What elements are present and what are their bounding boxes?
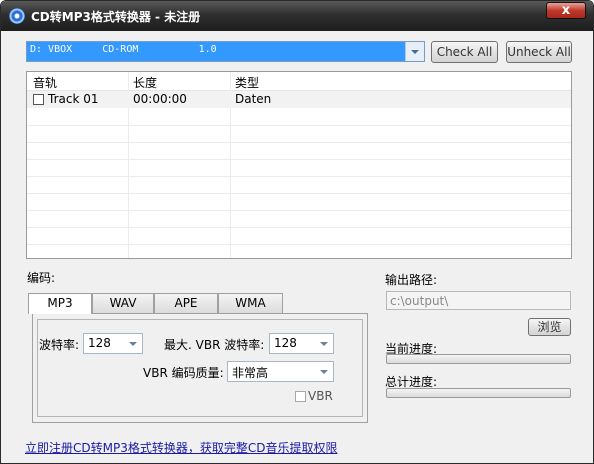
max-vbr-value: 128 xyxy=(274,336,297,350)
chevron-down-icon[interactable] xyxy=(315,334,333,353)
bitrate-select[interactable]: 128 xyxy=(83,333,143,354)
check-all-button[interactable]: Check All xyxy=(431,41,498,63)
tab-wma[interactable]: WMA xyxy=(218,293,283,313)
row-divider xyxy=(27,193,571,194)
browse-button[interactable]: 浏览 xyxy=(528,318,571,336)
table-row[interactable]: Track 01 00:00:00 Daten xyxy=(27,91,571,108)
track-list[interactable]: 音轨 长度 类型 Track 01 00:00:00 Daten xyxy=(26,71,572,259)
uncheck-all-button[interactable]: Unheck All xyxy=(506,41,572,63)
vbr-checkbox-label: VBR xyxy=(308,389,333,403)
row-divider xyxy=(27,159,571,160)
column-header-type[interactable]: 类型 xyxy=(235,74,259,91)
track-checkbox[interactable] xyxy=(33,94,44,105)
total-progress-bar xyxy=(386,388,571,398)
output-path-label: 输出路径: xyxy=(385,273,438,287)
row-divider xyxy=(27,244,571,245)
title-bar[interactable]: CD转MP3格式转换器 - 未注册 x xyxy=(1,1,593,31)
row-divider xyxy=(27,176,571,177)
drive-select-value: D: VBOX CD-ROM 1.0 xyxy=(30,44,217,55)
output-path-input[interactable]: c:\output\ xyxy=(386,291,571,310)
row-divider xyxy=(27,227,571,228)
chevron-down-icon[interactable] xyxy=(405,42,424,61)
vbr-quality-select[interactable]: 非常高 xyxy=(227,361,334,382)
current-progress-bar xyxy=(386,354,571,364)
bitrate-value: 128 xyxy=(88,336,111,350)
track-list-header: 音轨 长度 类型 xyxy=(27,72,571,91)
vbr-checkbox[interactable] xyxy=(295,391,306,402)
track-name: Track 01 xyxy=(48,92,99,106)
max-vbr-select[interactable]: 128 xyxy=(269,333,334,354)
column-header-length[interactable]: 长度 xyxy=(133,74,157,91)
tab-wav[interactable]: WAV xyxy=(92,293,154,313)
row-divider xyxy=(27,142,571,143)
settings-group: 波特率: 128 最大. VBR 波特率: 128 VBR 编码质量: 非常高 … xyxy=(37,319,363,417)
close-button[interactable]: x xyxy=(546,2,586,19)
window-title: CD转MP3格式转换器 - 未注册 xyxy=(31,10,201,24)
output-path-value: c:\output\ xyxy=(390,294,449,308)
row-divider xyxy=(27,210,571,211)
main-window: CD转MP3格式转换器 - 未注册 x D: VBOX CD-ROM 1.0 C… xyxy=(0,0,594,464)
chevron-down-icon[interactable] xyxy=(315,362,333,381)
drive-select[interactable]: D: VBOX CD-ROM 1.0 xyxy=(26,41,425,62)
bitrate-label: 波特率: xyxy=(39,338,80,352)
vbr-quality-label: VBR 编码质量: xyxy=(143,366,224,380)
track-type: Daten xyxy=(235,92,272,106)
track-length: 00:00:00 xyxy=(133,92,187,106)
encoding-label: 编码: xyxy=(27,271,56,285)
tab-ape[interactable]: APE xyxy=(154,293,218,313)
close-icon: x xyxy=(561,3,571,18)
vbr-quality-value: 非常高 xyxy=(232,366,269,380)
max-vbr-label: 最大. VBR 波特率: xyxy=(164,338,265,352)
chevron-down-icon[interactable] xyxy=(124,334,142,353)
mp3-settings-panel: 波特率: 128 最大. VBR 波特率: 128 VBR 编码质量: 非常高 … xyxy=(32,313,368,423)
register-link[interactable]: 立即注册CD转MP3格式转换器，获取完整CD音乐提取权限 xyxy=(25,439,337,456)
column-header-track[interactable]: 音轨 xyxy=(33,74,57,91)
cd-app-icon xyxy=(9,8,25,24)
tab-mp3[interactable]: MP3 xyxy=(28,293,92,314)
row-divider xyxy=(27,125,571,126)
